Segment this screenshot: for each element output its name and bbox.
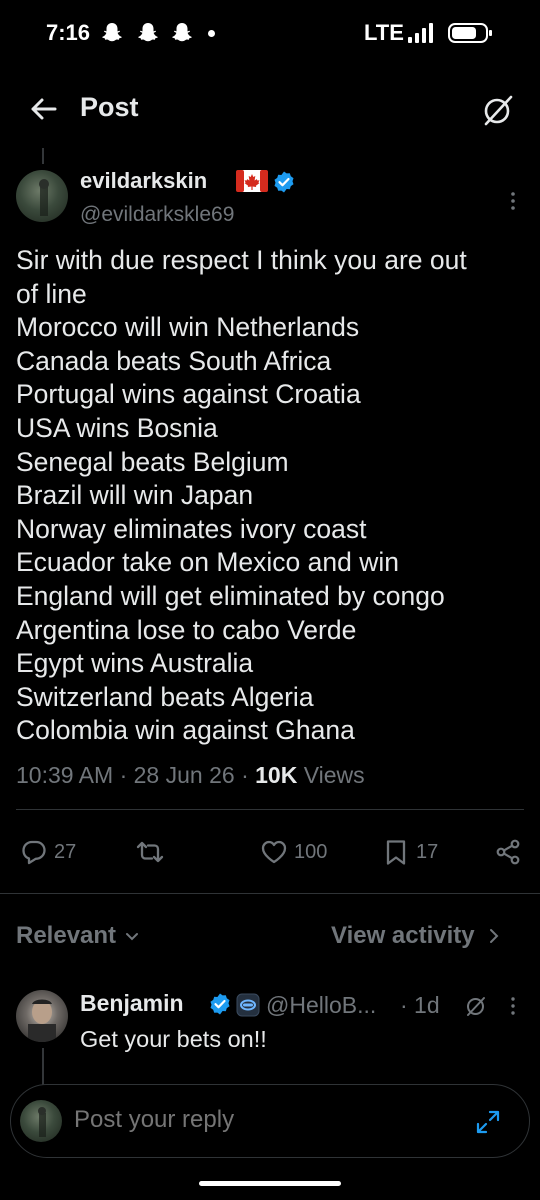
affiliate-badge-icon[interactable] — [236, 993, 260, 1017]
reply-icon — [22, 840, 46, 865]
more-options-icon[interactable] — [508, 996, 518, 1016]
thread-connector — [42, 1048, 44, 1086]
grok-icon[interactable] — [480, 92, 516, 128]
tweet-text-line: Egypt wins Australia — [16, 648, 254, 679]
share-button[interactable] — [494, 836, 522, 868]
tweet-text-line: Sir with due respect I think you are out — [16, 245, 467, 275]
page-header: Post — [0, 78, 540, 142]
view-activity-label: View activity — [331, 922, 475, 949]
page-title: Post — [80, 92, 139, 122]
more-options-icon[interactable] — [506, 190, 520, 212]
network-type: LTE — [364, 20, 404, 45]
signal-icon — [408, 23, 433, 43]
reply-text: Get your bets on!! — [80, 1026, 267, 1052]
views-label: Views — [303, 762, 365, 788]
tweet-text-line: USA wins Bosnia — [16, 412, 218, 443]
tweet-time[interactable]: 10:39 AM — [16, 762, 113, 788]
reply-button[interactable]: 27 — [20, 836, 76, 868]
views-count[interactable]: 10K — [255, 762, 297, 788]
back-arrow-icon[interactable] — [26, 92, 60, 126]
snapchat-icon — [102, 23, 122, 42]
expand-icon[interactable] — [474, 1108, 502, 1136]
verified-badge-icon[interactable] — [208, 992, 232, 1016]
meta-separator: · — [119, 762, 128, 788]
bookmark-button[interactable]: 17 — [382, 836, 438, 868]
tweet-text-line: of line — [16, 278, 87, 309]
reply-input[interactable] — [74, 1106, 454, 1134]
battery-icon — [448, 23, 492, 43]
chevron-right-icon — [489, 929, 499, 943]
meta-separator: · — [241, 762, 249, 788]
verified-badge-icon[interactable] — [272, 170, 296, 194]
sort-replies-dropdown[interactable]: Relevant — [16, 922, 140, 950]
heart-icon — [261, 840, 287, 864]
repost-button[interactable] — [136, 836, 164, 868]
tweet-text: Sir with due respect I think you are out… — [16, 244, 526, 748]
tweet-text-line: England will get eliminated by congo — [16, 580, 445, 611]
like-button[interactable]: 100 — [260, 836, 327, 868]
divider — [16, 809, 524, 810]
grok-icon[interactable] — [464, 994, 488, 1018]
view-activity-link[interactable]: View activity — [331, 922, 501, 950]
tweet-text-line: Morocco will win Netherlands — [16, 312, 360, 343]
author-avatar[interactable] — [16, 170, 68, 222]
bookmark-count: 17 — [416, 840, 439, 863]
snapchat-icon — [138, 23, 158, 42]
tweet-text-line: Portugal wins against Croatia — [16, 379, 361, 410]
canada-flag-icon — [236, 170, 268, 192]
tweet-text-line: Ecuador take on Mexico and win — [16, 547, 399, 578]
bookmark-icon — [386, 840, 406, 865]
status-bar: 7:16 LTE — [0, 0, 540, 68]
tweet-text-line: Brazil will win Japan — [16, 480, 254, 511]
notification-dot — [208, 30, 215, 37]
tweet-date[interactable]: 28 Jun 26 — [134, 762, 235, 788]
thread-connector — [42, 148, 44, 164]
tweet-text-line: Switzerland beats Algeria — [16, 681, 314, 712]
home-indicator[interactable] — [199, 1181, 341, 1186]
reply-time: · 1d — [400, 992, 440, 1018]
tweet-text-line: Norway eliminates ivory coast — [16, 513, 367, 544]
chevron-down-icon — [126, 933, 139, 941]
tweet-text-line: Colombia win against Ghana — [16, 715, 355, 746]
reply-author-handle[interactable]: @HelloB... — [266, 992, 376, 1019]
like-count: 100 — [294, 840, 328, 863]
tweet-meta: 10:39 AM · 28 Jun 26 · 10K Views — [16, 762, 365, 789]
share-icon — [496, 839, 520, 865]
section-divider — [0, 893, 540, 894]
reply-count: 27 — [54, 840, 77, 863]
repost-icon — [136, 841, 164, 863]
tweet-text-line: Argentina lose to cabo Verde — [16, 614, 357, 645]
reply-author-avatar[interactable] — [16, 990, 68, 1042]
author-handle[interactable]: @evildarkskle69 — [80, 203, 234, 227]
author-name[interactable]: evildarkskin — [80, 168, 207, 194]
current-user-avatar — [20, 1100, 62, 1142]
tweet-text-line: Senegal beats Belgium — [16, 446, 289, 477]
tweet-text-line: Canada beats South Africa — [16, 345, 332, 376]
reply-author-name[interactable]: Benjamin — [80, 990, 184, 1017]
status-time: 7:16 — [46, 20, 91, 45]
snapchat-icon — [172, 23, 192, 42]
sort-label: Relevant — [16, 922, 117, 949]
